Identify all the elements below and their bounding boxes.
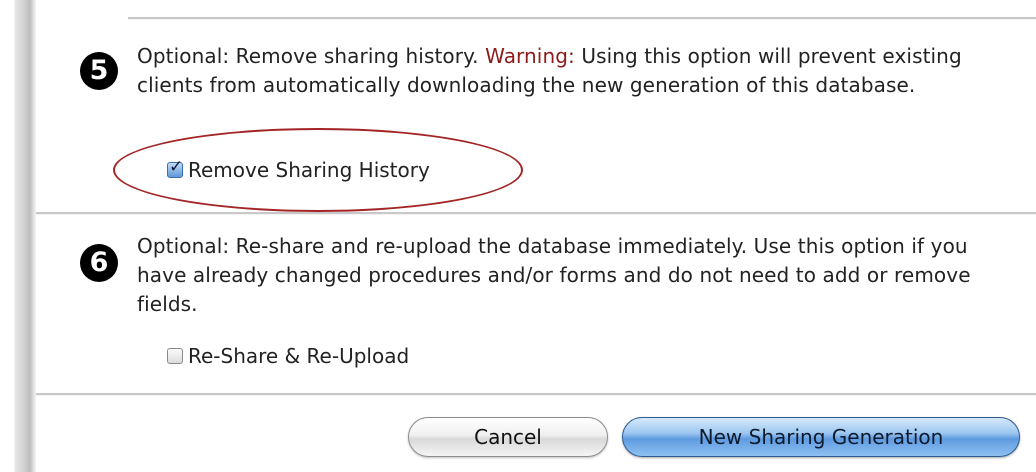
cancel-button-label: Cancel bbox=[474, 425, 542, 449]
middle-divider bbox=[36, 212, 1036, 215]
remove-sharing-history-checkbox[interactable]: ✓ bbox=[167, 157, 183, 178]
remove-sharing-history-label[interactable]: Remove Sharing History bbox=[188, 158, 430, 182]
window-left-edge bbox=[0, 0, 36, 472]
reshare-reupload-checkbox[interactable] bbox=[167, 348, 183, 364]
step-6-description: Optional: Re-share and re-upload the dat… bbox=[137, 234, 971, 316]
step-5-badge: 5 bbox=[80, 52, 118, 90]
step-6-badge: 6 bbox=[80, 244, 118, 282]
new-sharing-generation-button-label: New Sharing Generation bbox=[698, 425, 944, 449]
dialog-page: 5 Optional: Remove sharing history. Warn… bbox=[0, 0, 1036, 472]
checkmark-icon: ✓ bbox=[169, 157, 184, 177]
reshare-reupload-label[interactable]: Re-Share & Re-Upload bbox=[188, 344, 409, 368]
warning-label: Warning: bbox=[485, 44, 575, 68]
new-sharing-generation-button[interactable]: New Sharing Generation bbox=[622, 417, 1020, 457]
bottom-divider bbox=[36, 393, 1036, 396]
step-5-lead-text: Optional: Remove sharing history. bbox=[137, 44, 479, 68]
step-5-description: Optional: Remove sharing history. Warnin… bbox=[137, 42, 997, 100]
remove-sharing-history-option[interactable]: ✓ Remove Sharing History bbox=[167, 157, 430, 182]
cancel-button[interactable]: Cancel bbox=[408, 417, 608, 457]
top-divider bbox=[128, 17, 1036, 20]
reshare-reupload-option[interactable]: Re-Share & Re-Upload bbox=[167, 344, 409, 368]
